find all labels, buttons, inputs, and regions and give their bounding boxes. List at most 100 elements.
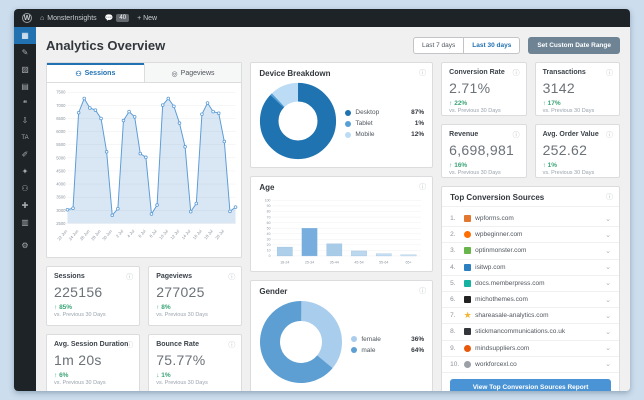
last-30-days-button[interactable]: Last 30 days [463, 37, 521, 54]
legend-row-tablet: Tablet 1% [345, 120, 424, 127]
sidebar-item-tools-icon[interactable]: ✚ [14, 197, 36, 214]
source-domain: wpforms.com [475, 215, 514, 223]
chevron-down-icon[interactable]: ⌄ [605, 296, 611, 304]
favicon-icon [464, 263, 472, 271]
info-icon[interactable]: ⓘ [606, 130, 613, 140]
page-title: Analytics Overview [46, 38, 166, 53]
chevron-down-icon[interactable]: ⌄ [605, 215, 611, 223]
sidebar-item-settings-icon[interactable]: ⚙ [14, 237, 36, 254]
svg-text:2 Jul: 2 Jul [115, 229, 125, 239]
svg-text:28 Jun: 28 Jun [90, 228, 102, 241]
svg-text:5500: 5500 [56, 142, 66, 147]
conversion-source-row[interactable]: 8. stickmancommunications.co.uk ⌄ [442, 324, 620, 341]
stat-label: Conversion Rate [449, 69, 505, 76]
sidebar-item-users-icon[interactable]: ⚇ [14, 180, 36, 197]
sidebar-item-ta-plugin-icon[interactable]: TA [14, 129, 36, 146]
comment-bubble-icon: 💬 [104, 15, 114, 22]
legend-row-desktop: Desktop 87% [345, 109, 424, 116]
admin-bar: W ⌂ MonsterInsights 💬 40 + New [14, 9, 630, 27]
chevron-down-icon[interactable]: ⌄ [605, 263, 611, 271]
tab-pageviews[interactable]: ◎ Pageviews [143, 63, 242, 82]
device-legend: Desktop 87% Tablet 1% Mobile 12% [345, 105, 424, 142]
comments-count-badge: 40 [116, 14, 130, 22]
chevron-down-icon[interactable]: ⌄ [605, 344, 611, 352]
sidebar-item-posts-icon[interactable]: ✎ [14, 44, 36, 61]
source-domain: isitwp.com [475, 263, 506, 271]
info-icon[interactable]: ⓘ [513, 130, 520, 140]
view-report-button[interactable]: View Top Conversion Sources Report [450, 378, 612, 391]
sessions-stat-card: Sessions ⓘ 225156 ↑ 85% vs. Previous 30 … [46, 266, 141, 326]
svg-text:24 Jun: 24 Jun [68, 228, 80, 241]
comments-menu[interactable]: 💬 40 [104, 14, 130, 22]
conversion-source-row[interactable]: 2. wpbeginner.com ⌄ [442, 227, 620, 244]
stat-sub: vs. Previous 30 Days [54, 380, 106, 386]
source-rank: 4. [450, 263, 456, 271]
chevron-down-icon[interactable]: ⌄ [605, 279, 611, 287]
svg-text:40: 40 [267, 232, 271, 236]
svg-text:3000: 3000 [56, 208, 66, 213]
favicon-icon [464, 360, 472, 368]
info-icon[interactable]: ⓘ [419, 68, 426, 78]
info-icon[interactable]: ⓘ [606, 68, 613, 78]
legend-label: Tablet [355, 120, 373, 127]
legend-value: 87% [411, 109, 425, 116]
sidebar-item-comments-icon[interactable]: ❝ [14, 95, 36, 112]
favicon-icon [464, 328, 472, 336]
legend-dot [345, 120, 352, 127]
chevron-down-icon[interactable]: ⌄ [605, 360, 611, 368]
conversion-source-row[interactable]: 9. mindsuppliers.com ⌄ [442, 341, 620, 357]
info-icon[interactable]: ⓘ [126, 272, 133, 282]
source-domain: shareasale-analytics.com [475, 312, 549, 320]
info-icon[interactable]: ⓘ [419, 182, 426, 192]
legend-value: 12% [411, 131, 425, 138]
device-donut-chart [259, 82, 337, 165]
transactions-card: Transactions ⓘ 3142 ↑ 17% vs. Previous 3… [534, 62, 621, 116]
info-icon[interactable]: ⓘ [513, 68, 520, 78]
conversion-source-row[interactable]: 5. docs.memberpress.com ⌄ [442, 276, 620, 292]
source-rank: 10. [450, 360, 460, 368]
sidebar-item-appearance-icon[interactable]: ✐ [14, 146, 36, 163]
site-menu[interactable]: ⌂ MonsterInsights [40, 15, 97, 22]
stat-value: 252.62 [542, 142, 588, 158]
conversion-source-row[interactable]: 3. optinmonster.com ⌄ [442, 243, 620, 260]
stat-label: Avg. Session Duration [54, 341, 129, 348]
sidebar-item-plugins-icon[interactable]: ✦ [14, 163, 36, 180]
source-domain: docs.memberpress.com [475, 279, 545, 287]
conversion-source-row[interactable]: 4. isitwp.com ⌄ [442, 260, 620, 276]
info-icon[interactable]: ⓘ [606, 192, 613, 202]
last-7-days-button[interactable]: Last 7 days [413, 37, 464, 54]
svg-text:25-34: 25-34 [305, 261, 314, 265]
info-icon[interactable]: ⓘ [228, 272, 235, 282]
legend-label: female [361, 335, 381, 343]
wordpress-logo-icon[interactable]: W [22, 13, 32, 23]
sidebar-item-pages-icon[interactable]: ▤ [14, 78, 36, 95]
info-icon[interactable]: ⓘ [228, 340, 235, 350]
chevron-down-icon[interactable]: ⌄ [605, 247, 611, 255]
conversion-source-row[interactable]: 1. wpforms.com ⌄ [442, 211, 620, 228]
svg-text:5000: 5000 [56, 155, 66, 160]
conversion-source-row[interactable]: 10. workforcexl.co ⌄ [442, 357, 620, 373]
sidebar-item-media-icon[interactable]: ▨ [14, 61, 36, 78]
avg-session-duration-card: Avg. Session Duration ⓘ 1m 20s ↑ 6% vs. … [46, 334, 141, 391]
sidebar-item-dashboard-icon[interactable]: ▦ [14, 27, 36, 44]
chevron-down-icon[interactable]: ⌄ [605, 312, 611, 320]
info-icon[interactable]: ⓘ [126, 340, 133, 350]
eye-icon: ◎ [171, 70, 178, 78]
sidebar-item-feedback-icon[interactable]: ⇩ [14, 112, 36, 129]
sidebar-item-insights-icon[interactable]: ▥ [14, 214, 36, 231]
chevron-down-icon[interactable]: ⌄ [605, 231, 611, 239]
svg-text:60: 60 [267, 221, 271, 225]
tab-sessions[interactable]: ⚇ Sessions [47, 63, 144, 82]
svg-text:10: 10 [267, 249, 271, 253]
sessions-line-chart: 2500 3000 3500 4000 4500 5000 5500 6000 6500 7000… [47, 83, 241, 260]
conversion-source-row[interactable]: 7. ★ shareasale-analytics.com ⌄ [442, 308, 620, 325]
conversion-source-row[interactable]: 6. michothemes.com ⌄ [442, 292, 620, 309]
new-content-menu[interactable]: + New [137, 15, 157, 22]
legend-dot [351, 336, 358, 342]
source-domain: optinmonster.com [475, 247, 527, 255]
chart-tabbar: ⚇ Sessions ◎ Pageviews [47, 63, 242, 83]
svg-text:6 Jul: 6 Jul [137, 229, 147, 239]
set-custom-date-range-button[interactable]: Set Custom Date Range [528, 37, 620, 54]
info-icon[interactable]: ⓘ [419, 286, 426, 296]
chevron-down-icon[interactable]: ⌄ [605, 328, 611, 336]
